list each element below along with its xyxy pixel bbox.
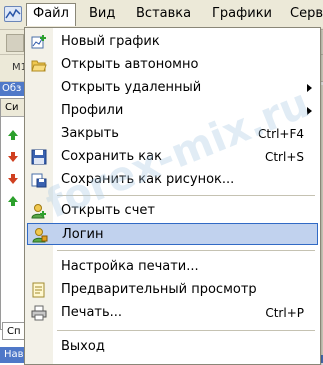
menu-item-print-setup[interactable]: Настройка печати... — [27, 256, 318, 278]
menu-separator — [57, 330, 315, 331]
file-menu-dropdown: Новый график Открыть автономно Открыть у… — [24, 27, 321, 365]
menu-item-open-offline[interactable]: Открыть автономно — [27, 54, 318, 76]
login-icon — [32, 228, 48, 243]
menu-item-print[interactable]: Печать... Ctrl+P — [27, 302, 318, 324]
printer-icon — [31, 305, 47, 321]
menu-service[interactable]: Серв — [284, 4, 323, 24]
down-arrow-icon — [8, 152, 18, 162]
floppy-disk-icon — [31, 149, 47, 165]
shortcut-ctrl-p: Ctrl+P — [265, 306, 304, 320]
menu-insert[interactable]: Вставка — [130, 4, 197, 24]
submenu-arrow-icon — [307, 107, 312, 115]
menu-item-open-remote[interactable]: Открыть удаленный — [27, 77, 318, 99]
print-preview-icon — [32, 282, 45, 298]
menu-bar: Файл Вид Вставка Графики Серв — [0, 0, 323, 30]
app-icon[interactable] — [4, 6, 22, 22]
open-folder-icon — [31, 60, 47, 72]
menu-item-print-preview[interactable]: Предварительный просмотр — [27, 279, 318, 301]
shortcut-ctrl-s: Ctrl+S — [264, 150, 304, 164]
shortcut-ctrl-f4: Ctrl+F4 — [258, 127, 304, 141]
menu-separator — [57, 195, 315, 196]
menu-item-profiles[interactable]: Профили — [27, 100, 318, 122]
menu-item-login[interactable]: Логин — [27, 223, 318, 245]
menu-separator — [57, 250, 315, 251]
down-arrow-icon — [8, 174, 18, 184]
open-account-icon — [31, 204, 46, 219]
menu-item-new-chart[interactable]: Новый график — [27, 31, 318, 53]
save-picture-icon — [31, 173, 47, 188]
up-arrow-icon — [8, 196, 18, 206]
toolbar-new-icon[interactable] — [6, 34, 24, 52]
menu-item-exit[interactable]: Выход — [27, 336, 318, 358]
menu-item-save-as-picture[interactable]: Сохранить как рисунок... — [27, 169, 318, 191]
menu-charts[interactable]: Графики — [206, 4, 278, 24]
menu-item-save-as[interactable]: Сохранить как Ctrl+S — [27, 146, 318, 168]
menu-item-close[interactable]: Закрыть Ctrl+F4 — [27, 123, 318, 145]
submenu-arrow-icon — [307, 84, 312, 92]
menu-view[interactable]: Вид — [83, 4, 121, 24]
menu-item-open-account[interactable]: Открыть счет — [27, 200, 318, 222]
new-chart-icon — [31, 35, 46, 49]
up-arrow-icon — [8, 130, 18, 140]
menu-file[interactable]: Файл — [26, 3, 76, 26]
